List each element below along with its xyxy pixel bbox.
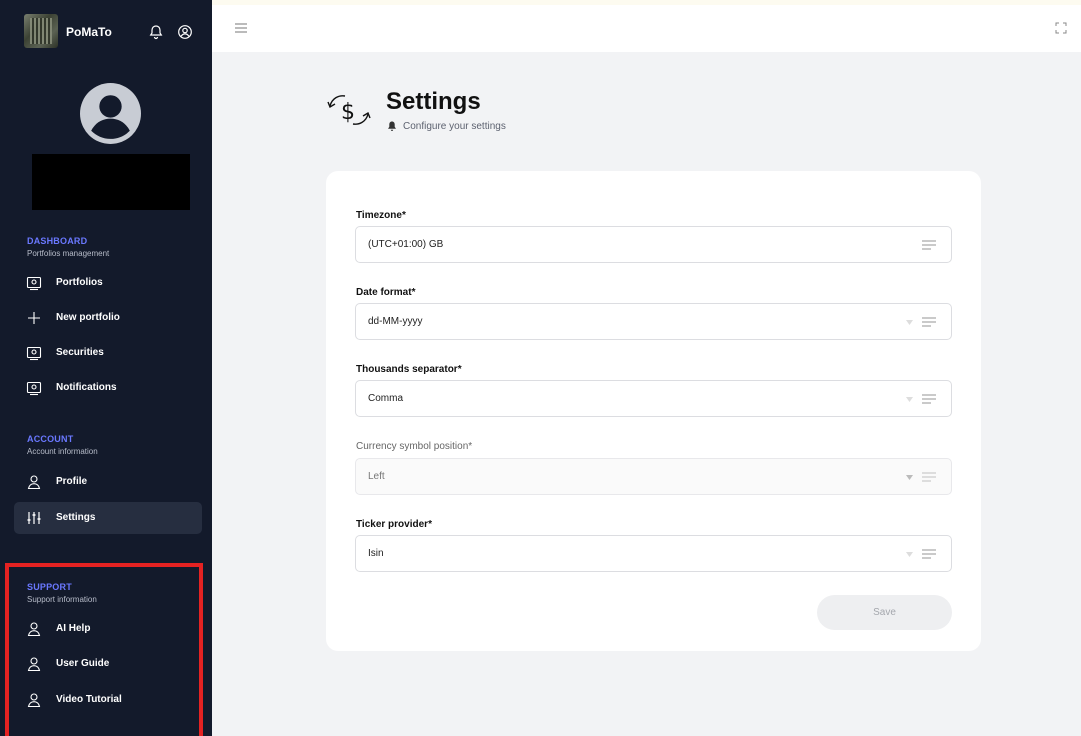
app-logo[interactable] [24, 14, 58, 48]
sliders-icon [27, 512, 41, 524]
sidebar-item-settings[interactable]: Settings [14, 502, 202, 534]
thousands-separator-value: Comma [368, 393, 404, 404]
currency-symbol-position-select[interactable]: Left [355, 458, 952, 495]
app-name: PoMaTo [66, 25, 112, 39]
ticker-provider-select[interactable]: Isin [355, 535, 952, 572]
date-format-label: Date format* [356, 287, 416, 298]
sidebar-item-profile[interactable]: Profile [14, 466, 202, 498]
bell-icon[interactable] [148, 24, 164, 40]
plus-icon [28, 312, 40, 324]
currency-symbol-position-label: Currency symbol position* [356, 441, 473, 452]
svg-text:$: $ [341, 100, 355, 125]
redacted-user-info [32, 154, 190, 210]
support-highlight-box [5, 563, 203, 736]
thousands-separator-label: Thousands separator* [356, 364, 462, 375]
save-button[interactable]: Save [817, 595, 952, 630]
sidebar-item-label: Settings [56, 512, 96, 523]
section-subtitle-account: Account information [27, 447, 98, 456]
list-icon [922, 317, 936, 327]
sidebar-item-label: Profile [56, 476, 88, 487]
list-icon [922, 549, 936, 559]
timezone-label: Timezone* [356, 210, 406, 221]
list-icon [922, 240, 936, 250]
settings-card: Timezone* (UTC+01:00) GB Date format* dd… [326, 171, 981, 651]
sidebar-item-label: Portfolios [56, 277, 103, 288]
sidebar-item-label: New portfolio [56, 312, 120, 323]
topbar [212, 5, 1081, 52]
monitor-icon [26, 346, 42, 361]
page-title: Settings [386, 88, 481, 115]
section-subtitle-dashboard: Portfolios management [27, 249, 110, 258]
user-icon [27, 475, 41, 490]
sidebar-item-notifications[interactable]: Notifications [14, 372, 202, 404]
timezone-value: (UTC+01:00) GB [368, 239, 444, 250]
date-format-value: dd-MM-yyyy [368, 316, 423, 327]
list-icon [922, 472, 936, 482]
thousands-separator-select[interactable]: Comma [355, 380, 952, 417]
chevron-down-icon [906, 320, 913, 325]
sidebar-item-label: Securities [56, 347, 104, 358]
ticker-provider-label: Ticker provider* [356, 519, 432, 530]
monitor-icon [26, 276, 42, 291]
currency-symbol-position-value: Left [368, 471, 385, 482]
ticker-provider-value: Isin [368, 548, 384, 559]
list-icon [922, 394, 936, 404]
section-title-account: ACCOUNT [27, 434, 74, 444]
fullscreen-icon[interactable] [1055, 22, 1067, 34]
sidebar-item-portfolios[interactable]: Portfolios [14, 267, 202, 299]
chevron-down-icon [906, 397, 913, 402]
page-subtitle: Configure your settings [403, 121, 506, 132]
sidebar-header: PoMaTo [0, 0, 212, 64]
currency-exchange-icon: $ [327, 95, 371, 125]
sidebar-item-new-portfolio[interactable]: New portfolio [14, 302, 202, 334]
sidebar: PoMaTo DASHBOARD Portfolios management P… [0, 0, 212, 736]
bell-icon [388, 121, 396, 131]
date-format-select[interactable]: dd-MM-yyyy [355, 303, 952, 340]
avatar[interactable] [80, 83, 141, 144]
chevron-down-icon [906, 475, 913, 480]
hamburger-menu-icon[interactable] [234, 21, 248, 35]
section-title-dashboard: DASHBOARD [27, 236, 88, 246]
sidebar-item-securities[interactable]: Securities [14, 337, 202, 369]
timezone-select[interactable]: (UTC+01:00) GB [355, 226, 952, 263]
chevron-down-icon [906, 552, 913, 557]
user-circle-icon[interactable] [177, 24, 193, 40]
monitor-icon [26, 381, 42, 396]
sidebar-item-label: Notifications [56, 382, 117, 393]
